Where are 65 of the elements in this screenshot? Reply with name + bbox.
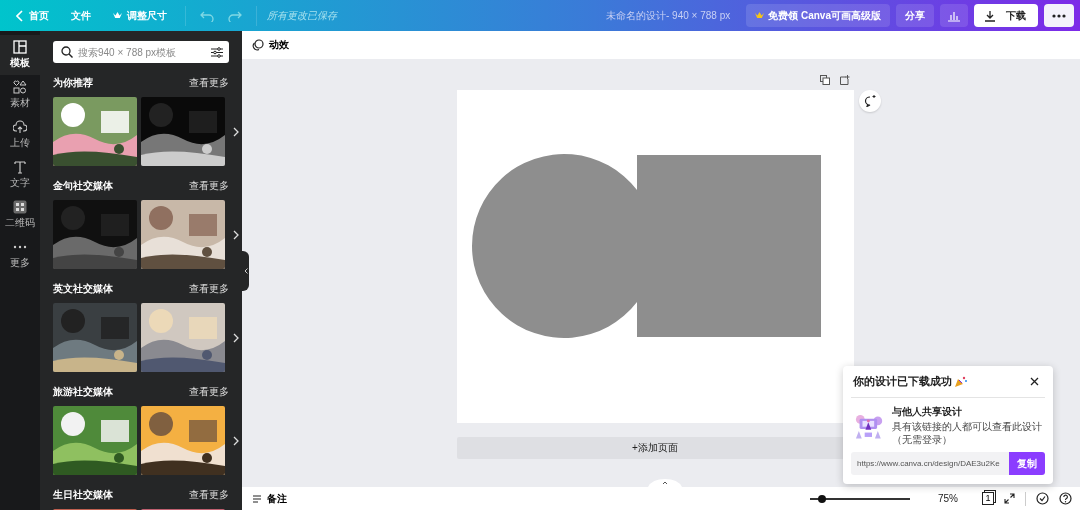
add-page-icon[interactable] (839, 74, 850, 85)
share-button[interactable]: 分享 (896, 4, 934, 27)
shapes-icon (13, 80, 27, 94)
upgrade-button[interactable]: 免费领 Canva可画高级版 (746, 4, 890, 27)
rail-tab[interactable]: 二维码 (0, 195, 40, 235)
notes-button[interactable]: 备注 (250, 489, 289, 508)
see-more-link[interactable]: 查看更多 (189, 76, 229, 90)
see-more-link[interactable]: 查看更多 (189, 488, 229, 502)
slider-thumb[interactable] (818, 494, 826, 503)
more-options-button[interactable] (1044, 4, 1074, 27)
animate-button[interactable]: 动效 (250, 36, 291, 54)
insights-button[interactable] (940, 4, 968, 27)
link-field[interactable]: https://www.canva.cn/design/DAE3u2Ke (851, 452, 1009, 475)
search-field[interactable]: 搜索940 × 788 px模板 (53, 41, 229, 63)
section-title: 旅游社交媒体 (53, 385, 113, 399)
search-icon (61, 46, 73, 58)
chevron-right-icon[interactable] (233, 332, 239, 343)
chevron-right-icon[interactable] (233, 435, 239, 446)
close-icon[interactable] (1030, 377, 1039, 386)
share-heading: 与他人共享设计 (891, 405, 963, 419)
design-title: 未命名的设计- 940 × 788 px (606, 8, 731, 23)
see-more-link[interactable]: 查看更多 (189, 282, 229, 296)
rail-tab[interactable]: 上传 (0, 115, 40, 155)
share-description: 具有该链接的人都可以查看此设计（无需登录） (891, 421, 1043, 446)
download-icon (984, 9, 996, 22)
animation-icon (252, 39, 264, 51)
notes-icon (252, 493, 262, 504)
copy-button[interactable]: 复制 (1009, 452, 1045, 475)
party-popper-icon (954, 375, 967, 388)
crown-icon (755, 11, 765, 20)
section-title: 为你推荐 (53, 76, 93, 90)
bar-chart-icon (947, 9, 961, 22)
chevron-right-icon[interactable] (233, 229, 239, 240)
save-status: 所有更改已保存 (267, 8, 337, 23)
page-count-button[interactable]: 1 (982, 492, 994, 505)
rail-tab[interactable]: 更多 (0, 235, 40, 275)
collapse-handle[interactable] (242, 251, 249, 291)
qr-code-icon (13, 200, 27, 214)
rail-tab[interactable]: 文字 (0, 155, 40, 195)
see-more-link[interactable]: 查看更多 (189, 385, 229, 399)
filter-icon[interactable] (211, 47, 223, 58)
popup-title: 你的设计已下载成功 (853, 374, 952, 389)
section-title: 金句社交媒体 (53, 179, 113, 193)
zoom-percentage: 75% (938, 493, 958, 504)
see-more-link[interactable]: 查看更多 (189, 179, 229, 193)
rail-tab[interactable]: 素材 (0, 75, 40, 115)
comment-button[interactable] (859, 90, 881, 112)
template-icon (13, 40, 27, 54)
chevron-left-icon (243, 268, 248, 274)
duplicate-icon[interactable] (819, 74, 830, 85)
section-title: 英文社交媒体 (53, 282, 113, 296)
comment-icon (864, 95, 876, 107)
back-icon (16, 9, 24, 22)
more-icon (1052, 13, 1066, 18)
cloud-upload-icon (13, 120, 27, 134)
text-icon (13, 160, 27, 174)
section-title: 生日社交媒体 (53, 488, 113, 502)
crown-icon (113, 11, 122, 20)
chevron-right-icon[interactable] (233, 126, 239, 137)
help-icon[interactable] (1059, 492, 1072, 505)
download-button[interactable]: 下载 (974, 4, 1038, 27)
zoom-slider[interactable] (810, 497, 910, 500)
rail-tab[interactable]: 模板 (0, 35, 40, 75)
fullscreen-icon[interactable] (1004, 493, 1015, 504)
check-circle-icon[interactable] (1036, 492, 1049, 505)
